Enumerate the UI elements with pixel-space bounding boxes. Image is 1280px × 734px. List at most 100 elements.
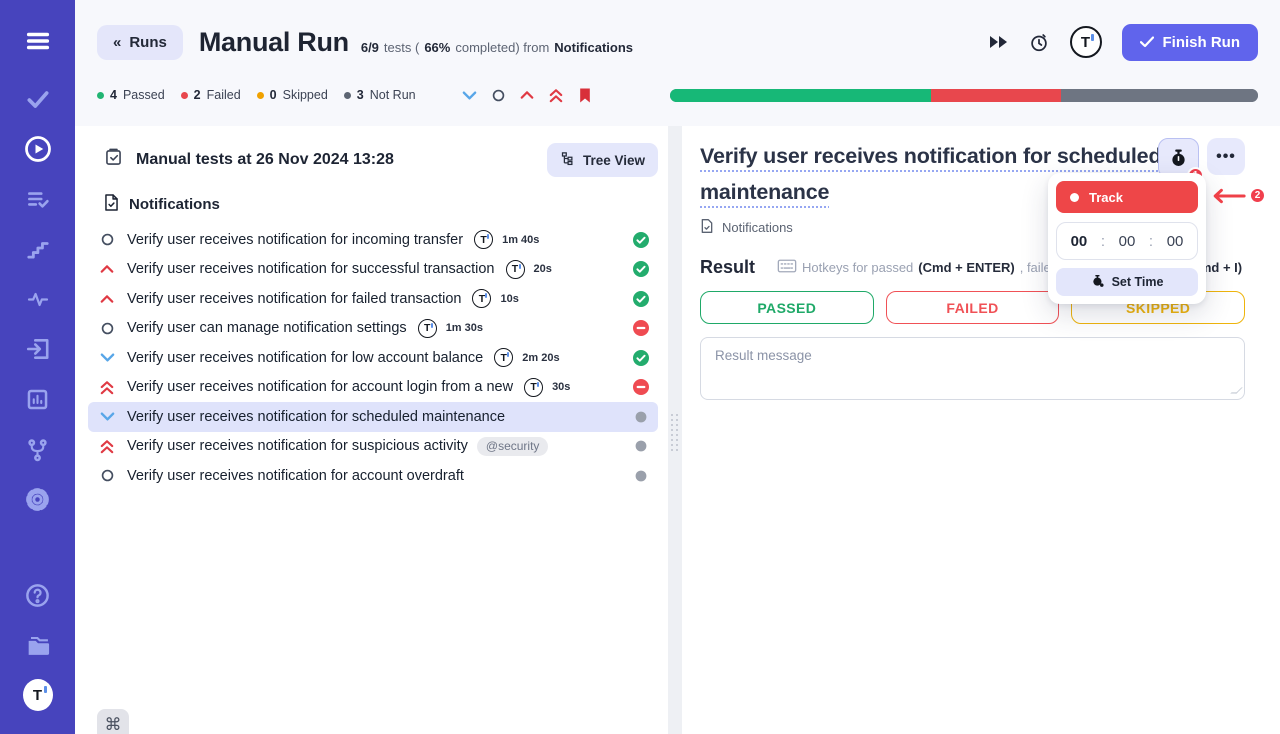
file-check-icon bbox=[103, 193, 120, 216]
test-title: Verify user receives notification for su… bbox=[127, 438, 468, 454]
branches-icon[interactable] bbox=[23, 434, 53, 464]
priority-circle-icon bbox=[99, 469, 115, 482]
tests-list: Verify user receives notification for in… bbox=[88, 225, 658, 491]
run-datetime-title: Manual tests at 26 Nov 2024 13:28 bbox=[136, 151, 394, 169]
priority-caret-up-icon bbox=[99, 294, 115, 304]
failed-button[interactable]: FAILED bbox=[886, 291, 1060, 324]
plans-icon[interactable] bbox=[23, 184, 53, 214]
help-icon[interactable] bbox=[23, 580, 53, 610]
step-badge-2: 2 bbox=[1249, 187, 1266, 204]
settings-icon[interactable] bbox=[23, 484, 53, 514]
app-logo-icon[interactable]: T bbox=[1070, 26, 1102, 58]
record-dot-icon bbox=[1070, 193, 1079, 202]
runs-icon[interactable] bbox=[23, 134, 53, 164]
status-passed-icon bbox=[633, 261, 649, 277]
status-counts: 4Passed 2Failed 0Skipped 3Not Run bbox=[97, 88, 416, 102]
priority-double-caret-up-icon bbox=[99, 380, 115, 395]
finish-run-label: Finish Run bbox=[1163, 34, 1241, 51]
progress-notrun-segment bbox=[1061, 89, 1258, 102]
check-icon bbox=[1140, 36, 1154, 48]
pulse-icon[interactable] bbox=[23, 284, 53, 314]
panel-resize-handle[interactable] bbox=[668, 126, 682, 734]
hours-field[interactable]: 00 bbox=[1071, 233, 1088, 250]
count-not-run[interactable]: 3Not Run bbox=[344, 88, 416, 102]
milestones-icon[interactable] bbox=[23, 234, 53, 264]
priority-circle-icon bbox=[99, 322, 115, 335]
test-row[interactable]: Verify user receives notification for in… bbox=[88, 225, 658, 255]
keyboard-icon bbox=[777, 259, 797, 276]
test-duration: 1m 40s bbox=[502, 234, 539, 246]
menu-icon[interactable] bbox=[23, 26, 53, 56]
timer-history-icon[interactable] bbox=[1028, 31, 1050, 53]
test-title: Verify user receives notification for in… bbox=[127, 232, 463, 248]
run-header: Manual tests at 26 Nov 2024 13:28 Tree V… bbox=[103, 140, 658, 180]
finish-run-button[interactable]: Finish Run bbox=[1122, 24, 1259, 61]
result-message-input[interactable] bbox=[700, 337, 1245, 400]
test-row[interactable]: Verify user receives notification for lo… bbox=[88, 343, 658, 373]
test-duration: 2m 20s bbox=[522, 352, 559, 364]
signin-icon[interactable] bbox=[23, 334, 53, 364]
command-key-icon[interactable]: ⌘ bbox=[97, 709, 129, 734]
panels: Manual tests at 26 Nov 2024 13:28 Tree V… bbox=[75, 126, 1280, 734]
filter-bookmark-icon[interactable] bbox=[578, 87, 592, 104]
track-button[interactable]: Track bbox=[1056, 181, 1198, 213]
status-notrun-icon bbox=[633, 438, 649, 454]
test-title: Verify user can manage notification sett… bbox=[127, 320, 407, 336]
resize-grip-dots bbox=[671, 414, 678, 451]
stopwatch-gear-icon bbox=[1091, 274, 1105, 291]
status-dot-icon bbox=[257, 92, 264, 99]
test-row-selected[interactable]: Verify user receives notification for sc… bbox=[88, 402, 658, 432]
test-tag: @security bbox=[477, 437, 549, 456]
count-passed[interactable]: 4Passed bbox=[97, 88, 165, 102]
tree-view-label: Tree View bbox=[583, 153, 645, 168]
hotkey-text: Hotkeys for passed bbox=[802, 260, 913, 275]
tree-view-button[interactable]: Tree View bbox=[547, 143, 658, 177]
back-to-runs-button[interactable]: « Runs bbox=[97, 25, 183, 60]
filter-caret-up-icon[interactable] bbox=[520, 90, 534, 100]
analytics-icon[interactable] bbox=[23, 384, 53, 414]
seconds-field[interactable]: 00 bbox=[1167, 233, 1184, 250]
suite-folder-row[interactable]: Notifications bbox=[103, 193, 658, 216]
filter-chevron-down-icon[interactable] bbox=[462, 90, 477, 101]
test-duration: 10s bbox=[500, 293, 518, 305]
test-row[interactable]: Verify user receives notification for fa… bbox=[88, 284, 658, 314]
status-notrun-icon bbox=[633, 409, 649, 425]
status-row: 4Passed 2Failed 0Skipped 3Not Run bbox=[75, 88, 1280, 102]
test-title: Verify user receives notification for sc… bbox=[127, 409, 505, 425]
more-options-button[interactable]: ••• bbox=[1207, 138, 1245, 175]
percent-completed: 66% bbox=[424, 40, 450, 55]
logo-icon[interactable]: T bbox=[23, 680, 53, 710]
priority-double-caret-up-icon bbox=[99, 439, 115, 454]
hotkey-combo: (Cmd + ENTER) bbox=[918, 260, 1014, 275]
test-row[interactable]: Verify user can manage notification sett… bbox=[88, 314, 658, 344]
count-failed[interactable]: 2Failed bbox=[181, 88, 241, 102]
test-title: Verify user receives notification for lo… bbox=[127, 350, 483, 366]
test-title: Verify user receives notification for fa… bbox=[127, 291, 461, 307]
passed-button[interactable]: PASSED bbox=[700, 291, 874, 324]
left-arrow-icon bbox=[1210, 188, 1246, 204]
automated-logo-icon: T bbox=[524, 378, 543, 397]
test-row[interactable]: Verify user receives notification for su… bbox=[88, 255, 658, 285]
count-skipped[interactable]: 0Skipped bbox=[257, 88, 328, 102]
files-icon[interactable] bbox=[23, 630, 53, 660]
stopwatch-button[interactable]: 1 bbox=[1158, 138, 1199, 178]
status-dot-icon bbox=[181, 92, 188, 99]
minutes-field[interactable]: 00 bbox=[1119, 233, 1136, 250]
filter-circle-icon[interactable] bbox=[492, 89, 505, 102]
time-input-group: 00 : 00 : 00 bbox=[1056, 222, 1198, 260]
test-row[interactable]: Verify user receives notification for su… bbox=[88, 432, 658, 462]
priority-chevron-down-icon bbox=[99, 411, 115, 422]
test-row[interactable]: Verify user receives notification for ac… bbox=[88, 461, 658, 491]
tests-icon[interactable] bbox=[23, 84, 53, 114]
filter-double-caret-up-icon[interactable] bbox=[549, 88, 563, 103]
test-row[interactable]: Verify user receives notification for ac… bbox=[88, 373, 658, 403]
chevrons-left-icon: « bbox=[113, 34, 121, 51]
run-progress-bar bbox=[670, 89, 1258, 102]
time-tracking-popup: Track 00 : 00 : 00 Set Time bbox=[1048, 173, 1206, 304]
sidebar-nav: T bbox=[0, 0, 75, 734]
set-time-button[interactable]: Set Time bbox=[1056, 268, 1198, 296]
fast-forward-icon[interactable] bbox=[989, 35, 1008, 49]
test-detail-panel: Verify user receives notification for sc… bbox=[682, 126, 1280, 734]
source-suite: Notifications bbox=[554, 40, 633, 55]
main-content: « Runs Manual Run 6/9 tests ( 66% comple… bbox=[75, 0, 1280, 734]
